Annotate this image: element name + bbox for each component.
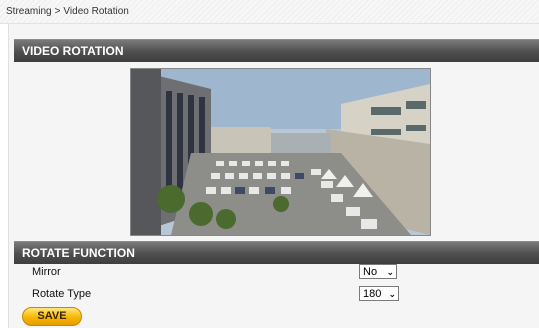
chevron-down-icon: ⌄ [386,267,394,277]
breadcrumb: Streaming > Video Rotation [0,0,539,24]
rotate-type-label: Rotate Type [32,288,92,300]
rotate-function-header: ROTATE FUNCTION [14,241,539,264]
rotate-type-select[interactable]: 180 ⌄ [359,286,399,301]
mirror-label: Mirror [32,266,61,278]
breadcrumb-separator: > [54,6,61,17]
video-preview [130,68,431,236]
chevron-down-icon: ⌄ [388,289,396,299]
video-rotation-header: VIDEO ROTATION [14,39,539,62]
rotate-type-select-value: 180 [363,288,382,300]
mirror-select[interactable]: No ⌄ [359,264,397,279]
mirror-select-value: No [363,266,378,278]
breadcrumb-parent[interactable]: Streaming [6,6,52,17]
save-button[interactable]: SAVE [22,307,82,326]
breadcrumb-current: Video Rotation [63,6,129,17]
